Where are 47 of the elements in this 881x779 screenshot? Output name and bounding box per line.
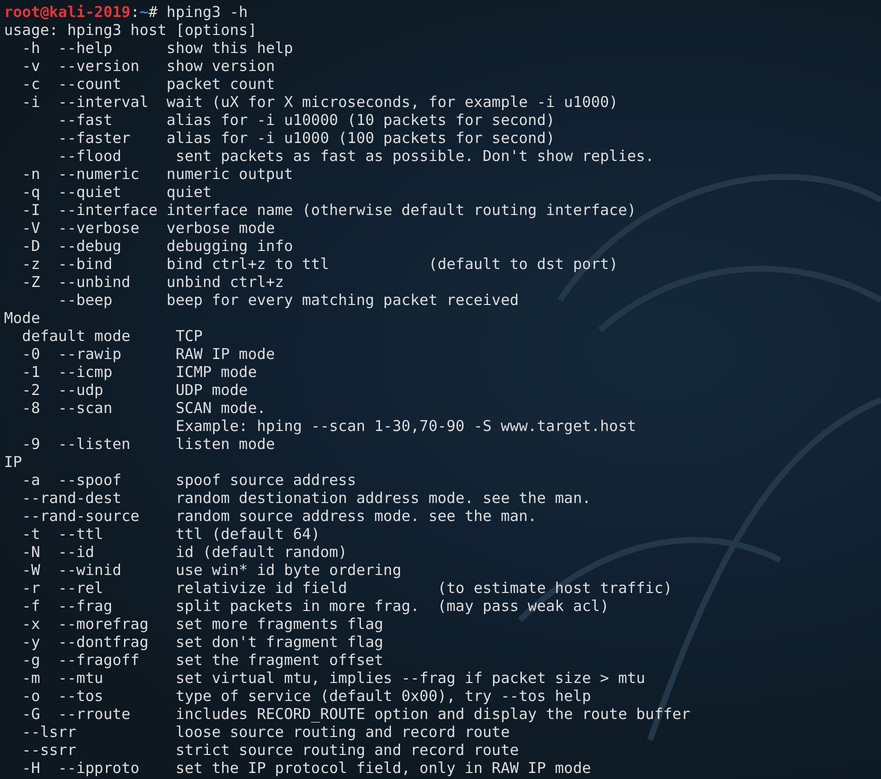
output-line: -o --tos type of service (default 0x00), try --tos help (21, 687, 592, 705)
output-line: --rand-dest random destionation address mode. see the man. (21, 489, 592, 507)
output-line: -m --mtu set virtual mtu, implies --frag if packet size > mtu (21, 669, 646, 687)
output-line: -h --help show this help (21, 39, 294, 57)
output-line: -r --rel relativize id field (to estimate host traffic) (21, 579, 674, 597)
output-line: -D --debug debugging info (21, 237, 294, 255)
output-line: -v --version show version (21, 57, 276, 75)
output-line: -c --count packet count (21, 75, 276, 93)
output-line: -n --numeric numeric output (21, 165, 294, 183)
prompt-symbol: # (148, 3, 158, 21)
output-line: -z --bind bind ctrl+z to ttl (default to dst port) (21, 255, 620, 273)
output-line: Mode (4, 309, 42, 327)
output-line: -I --interface interface name (otherwise default routing interface) (21, 201, 638, 219)
output-line: --beep beep for every matching packet received (57, 291, 520, 309)
output-line: --lsrr loose source routing and record route (21, 723, 511, 741)
output-line: -Z --unbind unbind ctrl+z (21, 273, 285, 291)
output-line: --flood sent packets as fast as possible. Don't show replies. (57, 147, 656, 165)
output-line: -y --dontfrag set don't fragment flag (21, 633, 384, 651)
output-line: -9 --listen listen mode (21, 435, 276, 453)
output-line: -g --fragoff set the fragment offset (21, 651, 384, 669)
output-line: -x --morefrag set more fragments flag (21, 615, 384, 633)
output-line: -t --ttl ttl (default 64) (21, 525, 322, 543)
output-line: -0 --rawip RAW IP mode (21, 345, 276, 363)
output-line: IP (4, 453, 24, 471)
output-line: --faster alias for -i u1000 (100 packets for second) (57, 129, 556, 147)
output-line: -G --rroute includes RECORD_ROUTE option and display the route buffer (21, 705, 692, 723)
prompt-path: ~ (139, 3, 148, 21)
prompt-user-host: root@kali-2019 (4, 3, 130, 21)
output-line: -1 --icmp ICMP mode (21, 363, 258, 381)
output-line: -q --quiet quiet (21, 183, 213, 201)
output-line: default mode TCP (21, 327, 204, 345)
output-line: -8 --scan SCAN mode. (21, 399, 267, 417)
output-line: --fast alias for -i u10000 (10 packets for second) (57, 111, 556, 129)
output-line: -2 --udp UDP mode (21, 381, 249, 399)
output-line: -a --spoof spoof source address (21, 471, 358, 489)
prompt-separator: : (130, 3, 140, 21)
output-line: -N --id id (default random) (21, 543, 348, 561)
output-line: -H --ipproto set the IP protocol field, only in RAW IP mode (21, 759, 592, 777)
command-text: hping3 -h (166, 3, 248, 21)
output-line: -W --winid use win* id byte ordering (21, 561, 402, 579)
output-line: Example: hping --scan 1-30,70-90 -S www.target.host (174, 417, 638, 435)
output-line: --rand-source random source address mode. see the man. (21, 507, 538, 525)
output-line: -V --verbose verbose mode (21, 219, 276, 237)
output-line: --ssrr strict source routing and record route (21, 741, 520, 759)
output-line: -f --frag split packets in more frag. (may pass weak acl) (21, 597, 610, 615)
output-line: usage: hping3 host [options] (4, 21, 258, 39)
output-line: -i --interval wait (uX for X microseconds, for example -i u1000) (21, 93, 620, 111)
